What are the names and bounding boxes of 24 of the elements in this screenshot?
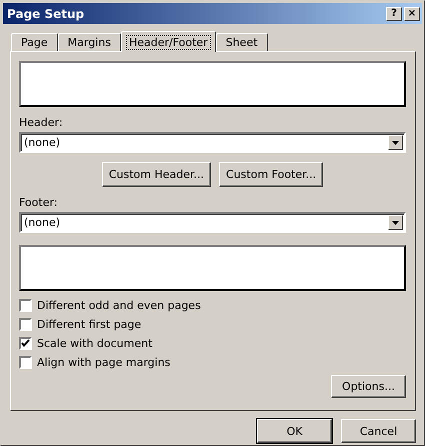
checkbox[interactable] <box>19 337 32 350</box>
footer-dropdown[interactable]: (none) <box>19 212 406 233</box>
tab[interactable]: Sheet <box>216 33 268 51</box>
close-button[interactable]: × <box>404 6 420 20</box>
ok-button[interactable]: OK <box>257 419 332 443</box>
header-label: Header: <box>19 116 64 130</box>
checkbox[interactable] <box>19 299 32 312</box>
header-dropdown[interactable]: (none) <box>19 132 406 153</box>
custom-header-button[interactable]: Custom Header... <box>102 162 212 187</box>
checkbox-label: Different odd and even pages <box>37 299 201 312</box>
checkbox-label: Scale with document <box>37 337 152 350</box>
window-title: Page Setup <box>7 6 84 20</box>
tab[interactable]: Header/Footer <box>120 31 216 52</box>
checkbox[interactable] <box>19 318 32 331</box>
checkbox-label: Align with page margins <box>37 356 170 369</box>
tab[interactable]: Margins <box>58 33 121 51</box>
checkbox-label: Different first page <box>37 318 142 331</box>
tab[interactable]: Page <box>11 33 58 51</box>
help-button[interactable]: ? <box>386 6 402 20</box>
cancel-button[interactable]: Cancel <box>341 419 416 443</box>
checkbox[interactable] <box>19 356 32 369</box>
footer-label: Footer: <box>19 196 59 210</box>
options-button[interactable]: Options... <box>331 375 406 398</box>
custom-footer-button[interactable]: Custom Footer... <box>219 162 324 187</box>
